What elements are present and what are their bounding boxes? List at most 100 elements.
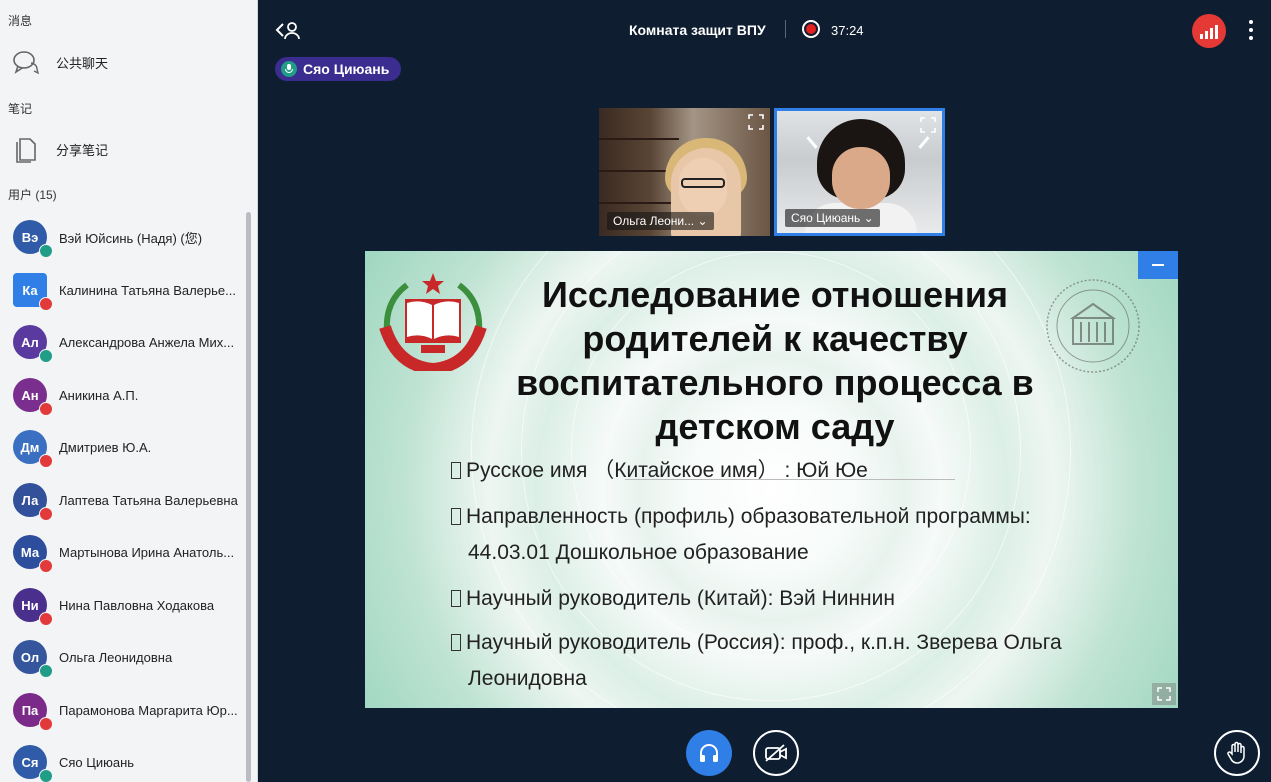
user-list-item[interactable]: Ма Мартынова Ирина Анатоль... <box>0 526 250 578</box>
avatar: Дм <box>13 430 53 468</box>
bullet-text-continued: 44.03.01 Дошкольное образование <box>468 541 809 564</box>
user-list-item[interactable]: Дм Дмитриев Ю.А. <box>0 421 250 473</box>
bullet-text-continued: Леонидовна <box>468 667 587 690</box>
share-notes-item[interactable]: 分享笔记 <box>10 131 108 167</box>
user-name: Парамонова Маргарита Юр... <box>59 702 238 718</box>
room-title: Комната защит ВПУ <box>629 22 766 38</box>
user-name: Лаптева Татьяна Валерьевна <box>59 492 238 508</box>
mic-muted-icon <box>39 402 53 416</box>
slide-title-line: детском саду <box>655 406 895 447</box>
avatar-initials: Ка <box>22 282 38 298</box>
avatar: Ла <box>13 483 53 521</box>
shared-slide: Исследование отношения родителей к качес… <box>365 251 1178 708</box>
slide-bullet: Научный руководитель (Китай): Вэй Ниннин <box>451 581 895 617</box>
raise-hand-icon[interactable] <box>1214 730 1260 776</box>
video-tile-label[interactable]: Ольга Леони... ⌄ <box>607 212 714 230</box>
avatar: Ни <box>13 588 53 626</box>
bullet-text: Научный руководитель (Россия): проф., к.… <box>466 631 1062 654</box>
expand-icon[interactable] <box>920 117 936 133</box>
meeting-timer: 37:24 <box>831 23 864 38</box>
avatar: Ал <box>13 325 53 363</box>
user-name: Мартынова Ирина Анатоль... <box>59 544 235 560</box>
avatar-initials: Ни <box>21 597 39 613</box>
active-speaker-name: Сяо Циюань <box>303 61 390 77</box>
video-tile-xiao[interactable]: Сяо Циюань ⌄ <box>774 108 945 236</box>
avatar: Вэ <box>13 220 53 258</box>
slide-title-line: воспитательного процесса в <box>516 362 1034 403</box>
share-notes-label: 分享笔记 <box>56 142 109 158</box>
mic-muted-icon <box>39 507 53 521</box>
user-list-item[interactable]: Ол Ольга Леонидовна <box>0 631 250 683</box>
avatar-initials: Ся <box>21 754 39 770</box>
sidebar: 消息 公共聊天 笔记 分享笔记 用户 (15) Вэ Вэй Юйсинь (На… <box>0 0 258 782</box>
active-speaker-indicator: Сяо Циюань <box>275 57 402 81</box>
notes-section-title: 笔记 <box>8 102 33 116</box>
headphones-icon[interactable] <box>686 730 732 776</box>
avatar-initials: Ан <box>21 387 39 403</box>
fullscreen-icon[interactable] <box>1152 683 1176 705</box>
user-name: Сяо Циюань <box>59 754 135 770</box>
avatar: Ан <box>13 378 53 416</box>
user-name: Дмитриев Ю.А. <box>59 439 152 455</box>
user-list-item[interactable]: Ан Аникина А.П. <box>0 369 250 421</box>
mic-muted-icon <box>39 612 53 626</box>
slide-title-line: Исследование отношения <box>541 274 1009 315</box>
expand-icon[interactable] <box>748 114 764 130</box>
main-area: Комната защит ВПУ 37:24 Сяо Циюань Ольга… <box>259 0 1271 782</box>
camera-off-icon[interactable] <box>753 730 799 776</box>
avatar-initials: Ал <box>21 334 39 350</box>
video-tile-olga[interactable]: Ольга Леони... ⌄ <box>599 108 770 236</box>
signal-icon[interactable] <box>1192 14 1226 48</box>
document-icon <box>10 133 42 165</box>
user-name: Калинина Татьяна Валерье... <box>59 282 236 298</box>
mic-icon <box>281 61 297 77</box>
avatar-initials: Дм <box>20 439 40 455</box>
user-name: Александрова Анжела Мих... <box>59 334 235 350</box>
user-list-item[interactable]: Па Парамонова Маргарита Юр... <box>0 684 250 736</box>
slide-bullet: Русское имя （Китайское имя） : Юй Юе <box>451 453 868 489</box>
user-name: Ольга Леонидовна <box>59 649 173 665</box>
mic-status-icon <box>39 769 53 782</box>
bullet-text: Направленность (профиль) образовательной… <box>466 505 1031 528</box>
user-list-item[interactable]: Ся Сяо Циюань <box>0 736 250 782</box>
more-vertical-icon[interactable] <box>1247 20 1255 40</box>
user-name: Нина Павловна Ходакова <box>59 597 215 613</box>
avatar: Ся <box>13 745 53 782</box>
avatar-initials: Ма <box>20 544 40 560</box>
user-list-item[interactable]: Ал Александрова Анжела Мих... <box>0 316 250 368</box>
mic-status-icon <box>39 349 53 363</box>
mic-muted-icon <box>39 559 53 573</box>
record-icon[interactable] <box>802 20 820 38</box>
avatar-initials: Па <box>21 702 39 718</box>
mic-muted-icon <box>39 297 53 311</box>
slide-title-line: родителей к качеству <box>582 318 968 359</box>
avatar: Ка <box>13 273 53 311</box>
chat-icon <box>10 46 42 78</box>
mic-status-icon <box>39 664 53 678</box>
minimize-presentation-button[interactable] <box>1138 251 1178 279</box>
user-list-item[interactable]: Ка Калинина Татьяна Валерье... <box>0 264 250 316</box>
public-chat-item[interactable]: 公共聊天 <box>10 44 108 80</box>
mic-muted-icon <box>39 717 53 731</box>
avatar: Ма <box>13 535 53 573</box>
mic-status-icon <box>39 244 53 258</box>
mic-muted-icon <box>39 454 53 468</box>
bullet-text: Научный руководитель (Китай): Вэй Ниннин <box>466 587 895 610</box>
slide-title: Исследование отношения родителей к качес… <box>445 273 1105 449</box>
slide-bullet: Направленность (профиль) образовательной… <box>451 499 1031 571</box>
users-section-title: 用户 (15) <box>8 188 57 202</box>
video-tile-label[interactable]: Сяо Циюань ⌄ <box>785 209 880 227</box>
avatar: Па <box>13 693 53 731</box>
avatar-initials: Ол <box>20 649 40 665</box>
slide-bullet: Научный руководитель (Россия): проф., к.… <box>451 625 1062 697</box>
back-people-icon[interactable] <box>275 18 301 42</box>
avatar: Ол <box>13 640 53 678</box>
messages-section-title: 消息 <box>8 14 33 28</box>
user-name: Аникина А.П. <box>59 387 139 403</box>
user-list-item[interactable]: Ни Нина Павловна Ходакова <box>0 579 250 631</box>
header-divider <box>785 20 786 38</box>
sidebar-scrollbar[interactable] <box>246 212 251 782</box>
user-name: Вэй Юйсинь (Надя) (您) <box>59 230 203 246</box>
user-list-item[interactable]: Ла Лаптева Татьяна Валерьевна <box>0 474 250 526</box>
user-list-item[interactable]: Вэ Вэй Юйсинь (Надя) (您) <box>0 211 250 263</box>
